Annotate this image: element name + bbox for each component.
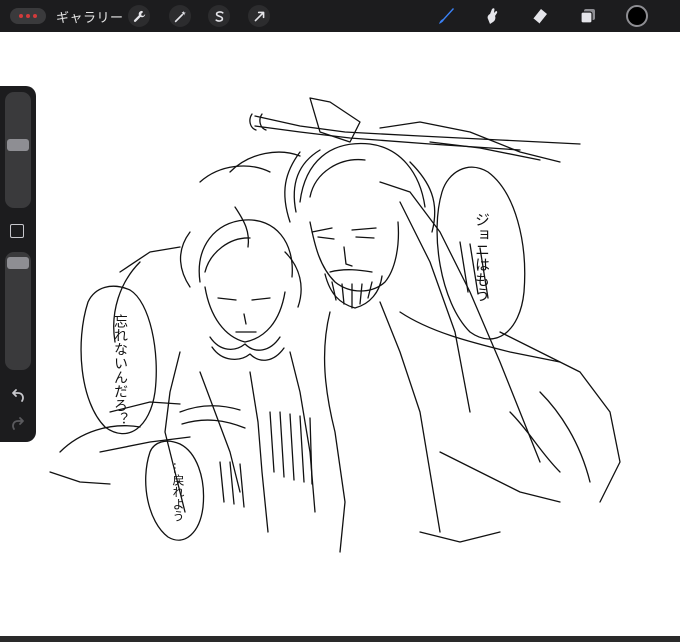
menu-dot [26, 14, 30, 18]
menu-dot [33, 14, 37, 18]
transform-arrow-icon [254, 11, 264, 21]
brush-icon [439, 8, 454, 24]
top-toolbar: ギャラリー [0, 0, 680, 32]
menu-dot [19, 14, 23, 18]
layers-button[interactable] [576, 4, 600, 28]
smudge-icon [487, 8, 498, 24]
speech-text-right: ジョニはもう [473, 212, 491, 302]
selection-tool-button[interactable] [208, 5, 230, 27]
drawing-canvas[interactable]: ジョニはもう 忘れないんだろ？ …戻れよう [0, 32, 680, 636]
eraser-icon [532, 9, 547, 25]
brush-tool-button[interactable] [434, 4, 458, 28]
gallery-button[interactable]: ギャラリー [56, 7, 124, 26]
modify-button[interactable] [10, 224, 24, 238]
actions-tool-button[interactable] [128, 5, 150, 27]
color-picker-button[interactable] [626, 5, 648, 27]
brush-size-handle[interactable] [7, 138, 29, 151]
sketch-artwork: ジョニはもう 忘れないんだろ？ …戻れよう [49, 97, 621, 553]
selection-icon [214, 10, 224, 22]
brush-opacity-slider[interactable] [5, 252, 31, 370]
brush-size-slider[interactable] [5, 92, 31, 208]
layers-icon [580, 9, 595, 24]
background-strip [0, 636, 680, 642]
actions-menu-button[interactable] [10, 8, 46, 24]
undo-icon[interactable] [8, 386, 28, 406]
wrench-icon [133, 10, 145, 22]
left-sidebar [0, 86, 36, 442]
brush-opacity-handle[interactable] [7, 257, 29, 270]
adjustments-tool-button[interactable] [169, 5, 191, 27]
redo-icon[interactable] [8, 414, 28, 434]
smudge-tool-button[interactable] [480, 4, 504, 28]
magic-wand-icon [174, 10, 186, 22]
speech-text-bottom: …戻れよう [171, 462, 185, 522]
eraser-tool-button[interactable] [528, 4, 552, 28]
speech-text-left: 忘れないんだろ？ [112, 314, 128, 426]
transform-tool-button[interactable] [248, 5, 270, 27]
